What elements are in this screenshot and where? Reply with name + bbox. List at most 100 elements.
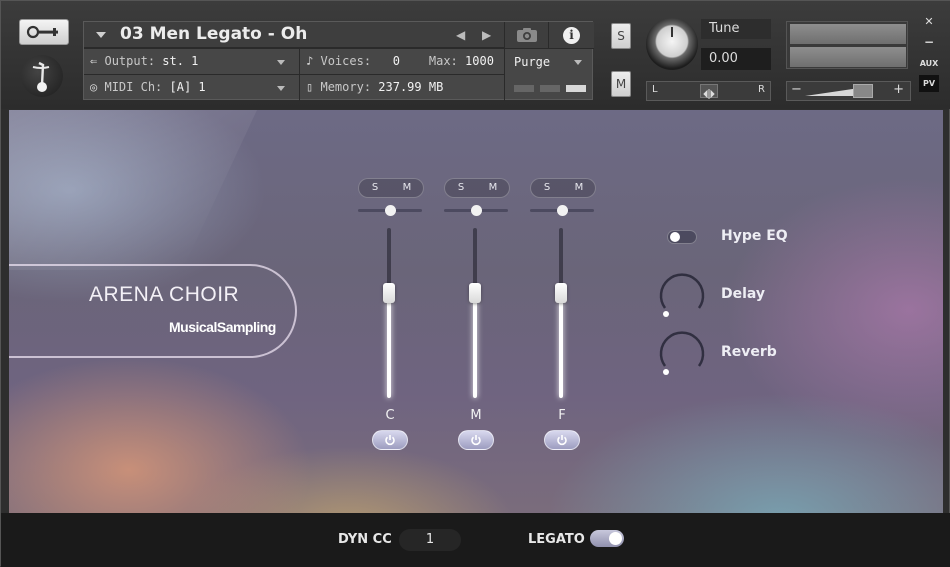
meter-right <box>790 47 906 67</box>
pv-button[interactable]: PV <box>919 75 939 92</box>
snapshot-button[interactable] <box>504 22 548 48</box>
channel-solo-button[interactable]: S <box>445 179 477 197</box>
edit-instrument-button[interactable] <box>19 19 69 45</box>
channel-pan-handle[interactable] <box>471 205 482 216</box>
channel-pan-handle[interactable] <box>557 205 568 216</box>
instrument-info-panel: 03 Men Legato - Oh ◀ ▶ i ⇐ Output: st. 1… <box>83 21 594 101</box>
solo-mute-group: S M <box>358 178 424 198</box>
purge-indicator <box>540 85 560 92</box>
channel-fader-handle[interactable] <box>555 282 567 303</box>
pan-left-label: L <box>652 84 658 95</box>
legato-toggle-knob <box>609 532 622 545</box>
channel-power-button[interactable] <box>544 430 580 450</box>
instrument-title-bar[interactable]: 03 Men Legato - Oh ◀ ▶ <box>84 22 504 48</box>
purge-dropdown-icon[interactable] <box>574 60 582 65</box>
delay-knob[interactable] <box>657 270 707 320</box>
voices-label: Voices: <box>320 54 372 68</box>
next-instrument-arrow-icon[interactable]: ▶ <box>482 28 491 42</box>
minimize-instrument-button[interactable]: − <box>919 34 939 51</box>
channel-label: F <box>558 408 566 423</box>
max-voices-label: Max: <box>428 54 458 68</box>
output-label: Output: <box>104 54 156 68</box>
instrument-menu-arrow-icon[interactable] <box>96 32 106 38</box>
background-sheen <box>9 110 276 270</box>
legato-toggle[interactable] <box>590 530 624 547</box>
channel-strip-m: S M M <box>442 176 512 456</box>
purge-indicator <box>514 85 534 92</box>
pan-slider[interactable]: L R <box>646 81 771 101</box>
level-meters <box>786 21 908 69</box>
brand-subtitle: MusicalSampling <box>169 319 276 335</box>
midi-channel-selector[interactable]: ◎ MIDI Ch: [A] 1 <box>90 80 206 94</box>
wrench-icon <box>26 25 58 39</box>
channel-fader-fill <box>559 292 563 398</box>
info-icon: i <box>563 26 580 44</box>
legato-label: LEGATO <box>528 532 585 547</box>
instrument-title[interactable]: 03 Men Legato - Oh <box>120 24 307 44</box>
kontakt-instrument-window: 03 Men Legato - Oh ◀ ▶ i ⇐ Output: st. 1… <box>0 0 950 567</box>
volume-plus-label: + <box>893 82 904 97</box>
output-dropdown-icon[interactable] <box>277 60 285 65</box>
memory-display: ▯ Memory: 237.99 MB <box>306 80 443 94</box>
solo-mute-group: S M <box>530 178 596 198</box>
divider <box>84 74 504 75</box>
channel-strip-f: S M F <box>528 176 598 456</box>
tune-value[interactable]: 0.00 <box>701 48 771 70</box>
mute-button[interactable]: M <box>611 71 631 97</box>
max-voices-value[interactable]: 1000 <box>465 54 494 68</box>
midi-channel-label: MIDI Ch: <box>104 80 163 94</box>
reverb-knob[interactable] <box>657 328 707 378</box>
output-value: st. 1 <box>162 54 199 68</box>
channel-solo-button[interactable]: S <box>359 179 391 197</box>
instrument-main-panel: ARENA CHOIR MusicalSampling S M C S M M … <box>9 110 943 513</box>
tune-knob[interactable] <box>646 18 698 70</box>
voices-display: ♪ Voices: 0 Max: 1000 <box>306 54 494 68</box>
channel-mute-button[interactable]: M <box>477 179 509 197</box>
purge-indicator <box>566 85 586 92</box>
brand-logo-frame <box>9 264 297 358</box>
volume-slider[interactable]: − + <box>786 81 911 101</box>
divider <box>504 48 505 101</box>
dyn-cc-value[interactable]: 1 <box>399 529 461 551</box>
channel-fader-fill <box>387 292 391 398</box>
hype-eq-label: Hype EQ <box>721 228 788 244</box>
purge-button[interactable]: Purge <box>514 55 550 69</box>
tune-label: Tune <box>701 19 771 39</box>
meter-left <box>790 24 906 44</box>
info-button[interactable]: i <box>548 22 594 48</box>
channel-power-button[interactable] <box>372 430 408 450</box>
close-instrument-button[interactable]: ✕ <box>919 13 939 30</box>
memory-label: Memory: <box>320 80 372 94</box>
hype-eq-toggle[interactable] <box>667 230 697 244</box>
memory-value: 237.99 MB <box>378 80 444 94</box>
channel-mute-button[interactable]: M <box>391 179 423 197</box>
solo-button[interactable]: S <box>611 23 631 49</box>
channel-label: C <box>385 408 395 423</box>
brand-title: ARENA CHOIR <box>89 283 240 306</box>
power-icon <box>385 435 395 446</box>
voices-value: 0 <box>392 54 400 68</box>
volume-handle[interactable] <box>853 84 873 98</box>
pan-right-label: R <box>758 84 765 95</box>
channel-pan-handle[interactable] <box>385 205 396 216</box>
channel-fader-handle[interactable] <box>383 282 395 303</box>
aux-button[interactable]: AUX <box>919 55 939 72</box>
divider <box>84 48 594 49</box>
channel-solo-button[interactable]: S <box>531 179 563 197</box>
memory-icon: ▯ <box>306 80 314 94</box>
midi-dropdown-icon[interactable] <box>277 86 285 91</box>
channel-power-button[interactable] <box>458 430 494 450</box>
channel-fader-handle[interactable] <box>469 282 481 303</box>
purge-label: Purge <box>514 55 551 69</box>
channel-strip-c: S M C <box>356 176 426 456</box>
previous-instrument-arrow-icon[interactable]: ◀ <box>456 28 465 42</box>
output-selector[interactable]: ⇐ Output: st. 1 <box>90 54 198 68</box>
output-icon: ⇐ <box>90 54 98 68</box>
channel-fader-fill <box>473 292 477 398</box>
solo-mute-group: S M <box>444 178 510 198</box>
channel-mute-button[interactable]: M <box>563 179 595 197</box>
hype-eq-toggle-knob <box>670 232 680 242</box>
tune-knob-pointer <box>671 27 673 37</box>
pan-center-handle[interactable] <box>700 84 718 99</box>
channel-label: M <box>470 408 482 423</box>
